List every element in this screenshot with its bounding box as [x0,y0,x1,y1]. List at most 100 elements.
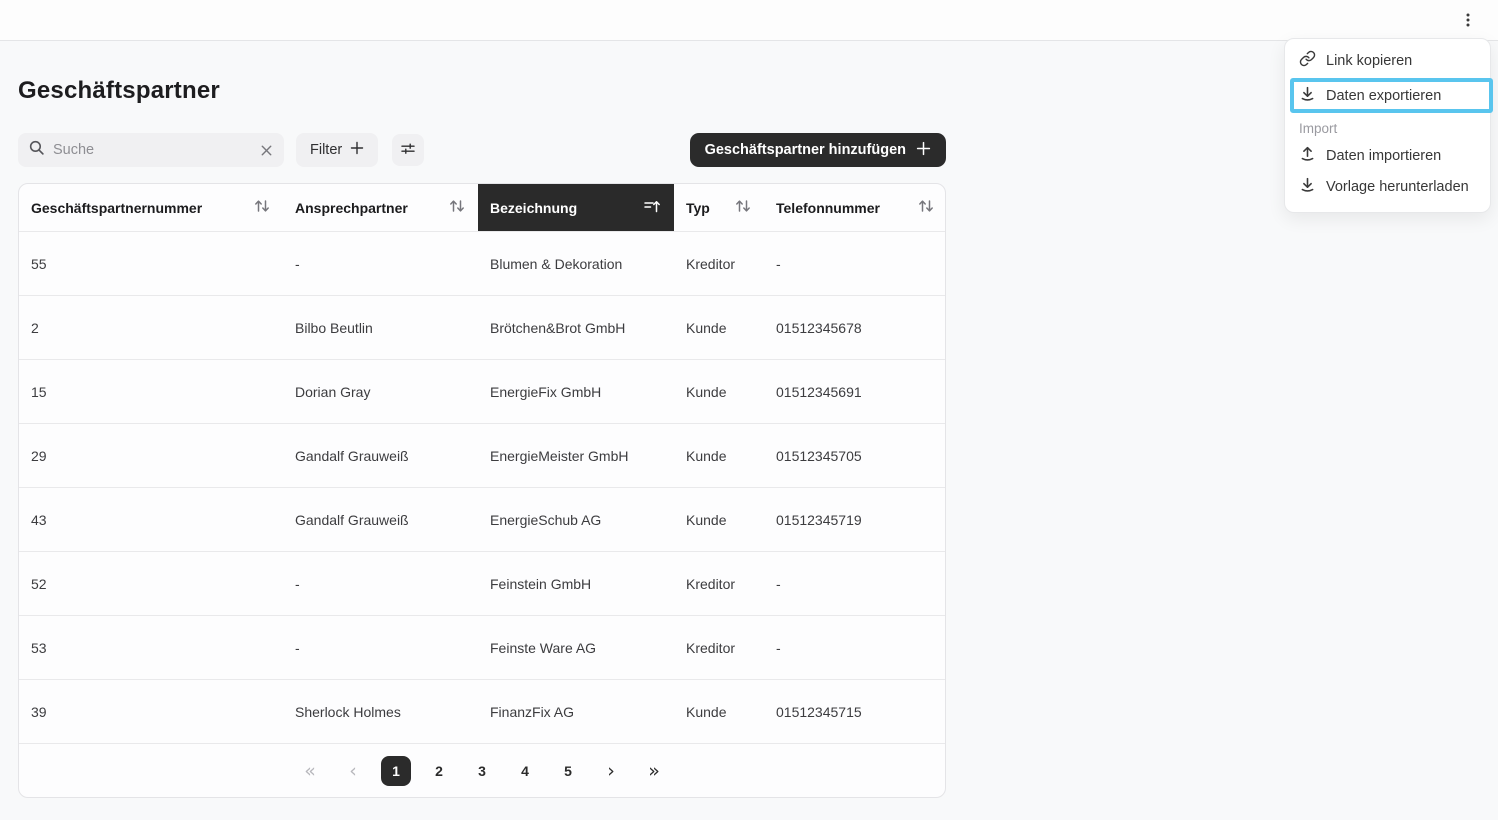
table-cell: Kunde [674,424,764,487]
add-business-partner-button[interactable]: Geschäftspartner hinzufügen [690,133,946,167]
last-page-button[interactable]: » [639,756,669,786]
kebab-menu-icon[interactable] [1454,6,1482,34]
link-icon [1299,50,1316,71]
context-menu: Link kopieren Daten exportieren Import D… [1284,38,1491,213]
sort-icon [734,198,752,217]
table-cell: 01512345719 [764,488,946,551]
page-button-1[interactable]: 1 [381,756,411,786]
table-cell: Brötchen&Brot GmbH [478,296,674,359]
table-cell: Kreditor [674,616,764,679]
menu-item-vorlage-herunterladen[interactable]: Vorlage herunterladen [1285,171,1490,202]
column-settings-button[interactable] [392,134,424,166]
table-cell: 52 [19,552,283,615]
menu-item-link-kopieren[interactable]: Link kopieren [1285,45,1490,76]
clear-search-icon[interactable] [259,143,274,158]
table-row[interactable]: 2Bilbo BeutlinBrötchen&Brot GmbHKunde015… [19,295,945,359]
menu-item-label: Daten importieren [1326,148,1441,164]
column-header-ansprechpartner[interactable]: Ansprechpartner [283,184,478,231]
table-cell: Kunde [674,360,764,423]
table-cell: Kunde [674,680,764,743]
table-cell: Blumen & Dekoration [478,232,674,295]
column-header-geschaeftspartnernummer[interactable]: Geschäftspartnernummer [19,184,283,231]
menu-item-label: Daten exportieren [1326,88,1441,104]
menu-section-import: Import [1285,115,1490,140]
table-cell: Sherlock Holmes [283,680,478,743]
table-cell: FinanzFix AG [478,680,674,743]
table-cell: - [764,232,946,295]
export-highlight-box: Daten exportieren [1290,78,1493,113]
page-title: Geschäftspartner [18,77,1480,105]
table-cell: 29 [19,424,283,487]
pagination: « ‹ 1 2 3 4 5 › » [19,743,945,797]
plus-icon [916,141,931,160]
table-cell: 2 [19,296,283,359]
table-row[interactable]: 15Dorian GrayEnergieFix GmbHKunde0151234… [19,359,945,423]
table-cell: Feinstein GmbH [478,552,674,615]
filter-button-label: Filter [310,142,342,158]
upload-icon [1299,145,1316,166]
table-cell: - [764,616,946,679]
table-cell: - [764,552,946,615]
search-icon [28,139,45,161]
page-button-4[interactable]: 4 [510,756,540,786]
menu-item-daten-exportieren[interactable]: Daten exportieren [1294,82,1489,109]
table-cell: Bilbo Beutlin [283,296,478,359]
prev-page-button[interactable]: ‹ [338,756,368,786]
table-row[interactable]: 53-Feinste Ware AGKreditor- [19,615,945,679]
sort-icon [917,198,935,217]
plus-icon [350,141,364,159]
table-cell: 39 [19,680,283,743]
table-row[interactable]: 55-Blumen & DekorationKreditor- [19,231,945,295]
add-button-label: Geschäftspartner hinzufügen [705,142,906,158]
table-cell: EnergieSchub AG [478,488,674,551]
column-header-label: Typ [686,200,710,216]
column-header-label: Bezeichnung [490,200,577,216]
search-input[interactable] [53,142,251,158]
toolbar: Filter Geschäftspartner hinzufügen [18,133,946,167]
table-row[interactable]: 29Gandalf GrauweißEnergieMeister GmbHKun… [19,423,945,487]
table-cell: 01512345678 [764,296,946,359]
column-header-bezeichnung[interactable]: Bezeichnung [478,184,674,231]
table-cell: 01512345715 [764,680,946,743]
page-button-2[interactable]: 2 [424,756,454,786]
download-icon [1299,85,1316,106]
next-page-button[interactable]: › [596,756,626,786]
page-button-5[interactable]: 5 [553,756,583,786]
column-header-label: Telefonnummer [776,200,880,216]
table-row[interactable]: 39Sherlock HolmesFinanzFix AGKunde015123… [19,679,945,743]
table-row[interactable]: 52-Feinstein GmbHKreditor- [19,551,945,615]
table-cell: - [283,232,478,295]
search-box [18,133,284,167]
menu-item-daten-importieren[interactable]: Daten importieren [1285,140,1490,171]
table-cell: Dorian Gray [283,360,478,423]
table-cell: EnergieFix GmbH [478,360,674,423]
sort-icon [448,198,466,217]
menu-item-label: Vorlage herunterladen [1326,179,1469,195]
topbar [0,0,1498,41]
download-icon [1299,176,1316,197]
table-cell: 01512345705 [764,424,946,487]
table-cell: Kunde [674,488,764,551]
table-header-row: Geschäftspartnernummer Ansprechpartner [19,184,945,231]
table-cell: - [283,616,478,679]
table-cell: Gandalf Grauweiß [283,488,478,551]
table-cell: Kreditor [674,552,764,615]
table-cell: Kunde [674,296,764,359]
main-content: Geschäftspartner Filter [0,77,1498,798]
table-cell: EnergieMeister GmbH [478,424,674,487]
menu-item-label: Link kopieren [1326,53,1412,69]
column-header-typ[interactable]: Typ [674,184,764,231]
table-row[interactable]: 43Gandalf GrauweißEnergieSchub AGKunde01… [19,487,945,551]
business-partner-table: Geschäftspartnernummer Ansprechpartner [18,183,946,798]
first-page-button[interactable]: « [295,756,325,786]
table-cell: Kreditor [674,232,764,295]
column-header-telefonnummer[interactable]: Telefonnummer [764,184,946,231]
table-cell: 01512345691 [764,360,946,423]
table-body: 55-Blumen & DekorationKreditor-2Bilbo Be… [19,231,945,743]
filter-button[interactable]: Filter [296,133,378,167]
page-button-3[interactable]: 3 [467,756,497,786]
table-cell: Feinste Ware AG [478,616,674,679]
column-header-label: Ansprechpartner [295,200,408,216]
table-cell: 55 [19,232,283,295]
sort-ascending-icon [643,198,662,217]
